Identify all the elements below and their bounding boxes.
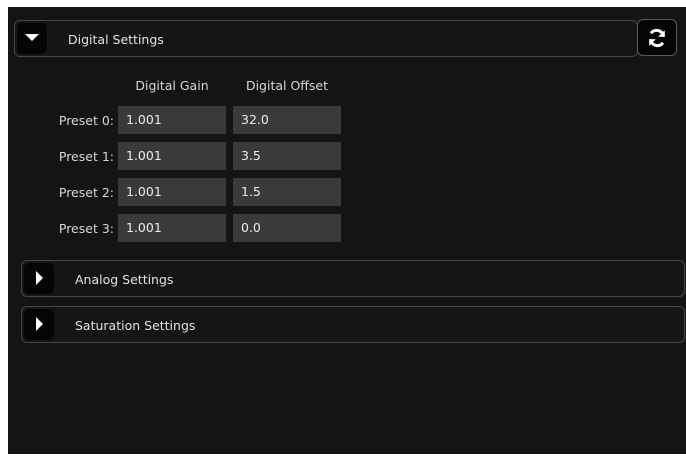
collapse-toggle-button[interactable] xyxy=(17,23,47,54)
column-header-digital-offset: Digital Offset xyxy=(245,78,329,93)
digital-settings-header[interactable]: Digital Settings xyxy=(14,20,638,57)
caret-right-icon xyxy=(36,271,43,285)
caret-right-icon xyxy=(36,317,43,331)
preset-2-digital-gain-input[interactable]: 1.001 xyxy=(118,178,226,206)
preset-3-digital-offset-input[interactable]: 0.0 xyxy=(233,214,341,242)
preset-0-digital-offset-input[interactable]: 32.0 xyxy=(233,106,341,134)
expand-toggle-button[interactable] xyxy=(24,309,54,340)
analog-settings-header[interactable]: Analog Settings xyxy=(21,260,685,297)
refresh-icon xyxy=(649,28,665,48)
preset-3-label: Preset 3: xyxy=(58,221,114,236)
digital-settings-label: Digital Settings xyxy=(68,32,164,47)
preset-0-label: Preset 0: xyxy=(58,113,114,128)
caret-down-icon xyxy=(25,34,39,41)
preset-2-label: Preset 2: xyxy=(58,185,114,200)
preset-1-label: Preset 1: xyxy=(58,149,114,164)
saturation-settings-label: Saturation Settings xyxy=(75,318,196,333)
refresh-button[interactable] xyxy=(637,19,677,56)
saturation-settings-header[interactable]: Saturation Settings xyxy=(21,306,685,343)
preset-0-digital-gain-input[interactable]: 1.001 xyxy=(118,106,226,134)
expand-toggle-button[interactable] xyxy=(24,263,54,294)
analog-settings-label: Analog Settings xyxy=(75,272,174,287)
preset-2-digital-offset-input[interactable]: 1.5 xyxy=(233,178,341,206)
preset-3-digital-gain-input[interactable]: 1.001 xyxy=(118,214,226,242)
preset-1-digital-gain-input[interactable]: 1.001 xyxy=(118,142,226,170)
preset-1-digital-offset-input[interactable]: 3.5 xyxy=(233,142,341,170)
column-header-digital-gain: Digital Gain xyxy=(135,78,209,93)
